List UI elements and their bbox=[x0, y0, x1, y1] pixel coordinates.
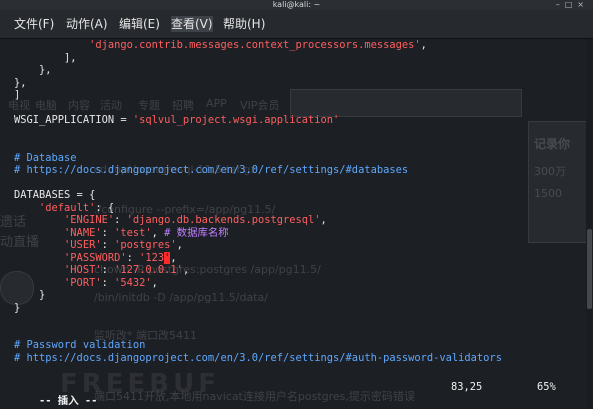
menu-view[interactable]: 查看(V) bbox=[171, 16, 213, 32]
vim-status-line: -- 插入 -- 83,25 65% bbox=[14, 380, 574, 407]
code-token: # https://docs.djangoproject.com/en/3.0/… bbox=[14, 164, 409, 176]
close-icon[interactable]: × bbox=[577, 0, 589, 9]
code-token: , bbox=[151, 226, 165, 239]
code-token: } bbox=[14, 301, 21, 314]
code-token: 'USER' bbox=[64, 239, 102, 251]
code-token: 'postgres' bbox=[114, 239, 177, 251]
code-token: # 数据库名称 bbox=[164, 226, 229, 239]
code-token: '127.0.0.1' bbox=[114, 264, 183, 276]
code-line: 'USER': 'postgres', bbox=[14, 239, 589, 252]
terminal-area[interactable]: 电脑 内容 活动 专题 招聘 APP VIP会员 电视 记录你 300万 150… bbox=[0, 39, 593, 409]
code-line: } bbox=[14, 302, 589, 315]
code-token: ], bbox=[14, 51, 77, 64]
code-token: : bbox=[101, 276, 115, 289]
scroll-percent: 65% bbox=[537, 381, 556, 393]
code-token: 'default' bbox=[39, 201, 96, 214]
code-line: DATABASES = { bbox=[14, 189, 589, 202]
code-token: WSGI_APPLICATION = bbox=[14, 114, 133, 126]
code-token: , bbox=[320, 214, 327, 226]
code-line: 'NAME': 'test', # 数据库名称 bbox=[14, 227, 589, 240]
menu-file[interactable]: 文件(F) bbox=[14, 16, 54, 32]
code-token: : { bbox=[95, 201, 115, 214]
code-token: 'PORT' bbox=[64, 276, 102, 289]
code-token: 'PASSWORD' bbox=[64, 251, 127, 264]
code-token: , bbox=[170, 251, 177, 264]
code-token: # https://docs.djangoproject.com/en/3.0/… bbox=[14, 351, 502, 364]
code-token: }, bbox=[14, 76, 27, 89]
code-line: ], bbox=[14, 52, 589, 65]
window-titlebar[interactable]: kali@kali: ~ –□× bbox=[0, 0, 593, 10]
scrollbar-thumb[interactable] bbox=[587, 229, 592, 309]
menu-bar: 文件(F) 动作(A) 编辑(E) 查看(V) 帮助(H) bbox=[0, 10, 593, 39]
code-line: # https://docs.djangoproject.com/en/3.0/… bbox=[14, 164, 589, 177]
code-line: 'PASSWORD': '123', bbox=[14, 251, 589, 265]
code-token: 'sqlvul_project.wsgi.application' bbox=[132, 114, 340, 126]
code-token: # Password validation bbox=[14, 339, 146, 351]
code-token: : bbox=[114, 214, 127, 226]
code-token: }, bbox=[14, 64, 52, 76]
vim-buffer[interactable]: 'django.contrib.messages.context_process… bbox=[14, 39, 589, 364]
code-token: , bbox=[151, 276, 158, 289]
code-token: 'NAME' bbox=[64, 226, 102, 239]
code-line: WSGI_APPLICATION = 'sqlvul_project.wsgi.… bbox=[14, 114, 589, 127]
menu-action[interactable]: 动作(A) bbox=[66, 16, 108, 32]
terminal-scrollbar[interactable] bbox=[586, 39, 593, 409]
code-line: # https://docs.djangoproject.com/en/3.0/… bbox=[14, 352, 589, 365]
code-line: 'default': { bbox=[14, 202, 589, 215]
code-token: DATABASES = { bbox=[14, 189, 96, 201]
cursor-position: 83,25 bbox=[451, 381, 483, 393]
code-line: ] bbox=[14, 89, 589, 102]
code-token: , bbox=[176, 239, 183, 251]
code-line: 'django.contrib.messages.context_process… bbox=[14, 39, 589, 52]
code-line: # Database bbox=[14, 152, 589, 165]
code-token: # Database bbox=[14, 151, 77, 164]
maximize-icon[interactable]: □ bbox=[565, 0, 578, 9]
code-line: }, bbox=[14, 64, 589, 77]
code-token: '5432' bbox=[114, 276, 152, 289]
code-token: '123 bbox=[139, 251, 165, 264]
code-line: } bbox=[14, 289, 589, 302]
code-token: : bbox=[101, 239, 115, 251]
window-controls: –□× bbox=[556, 0, 589, 10]
code-token: : bbox=[126, 251, 140, 264]
code-token: 'django.db.backends.postgresql' bbox=[126, 214, 321, 226]
window-title: kali@kali: ~ bbox=[272, 0, 321, 9]
code-token: 'django.contrib.messages.context_process… bbox=[89, 39, 421, 51]
menu-help[interactable]: 帮助(H) bbox=[223, 16, 265, 32]
code-line: 'HOST': '127.0.0.1', bbox=[14, 264, 589, 277]
code-token: 'HOST' bbox=[64, 264, 102, 276]
code-token: , bbox=[420, 39, 427, 51]
minimize-icon[interactable]: – bbox=[556, 0, 565, 9]
code-token: 'ENGINE' bbox=[64, 214, 115, 226]
code-token: , bbox=[182, 264, 190, 276]
code-token: 'test' bbox=[114, 226, 152, 239]
code-line: # Password validation bbox=[14, 339, 589, 352]
code-line: 'PORT': '5432', bbox=[14, 277, 589, 290]
vim-mode-indicator: -- 插入 -- bbox=[39, 395, 98, 407]
code-line: }, bbox=[14, 77, 589, 90]
code-token: } bbox=[14, 289, 46, 301]
menu-edit[interactable]: 编辑(E) bbox=[119, 16, 160, 32]
code-line: 'ENGINE': 'django.db.backends.postgresql… bbox=[14, 214, 589, 227]
code-token: : bbox=[101, 264, 115, 276]
code-token: : bbox=[101, 226, 115, 239]
code-token: ] bbox=[14, 89, 21, 101]
